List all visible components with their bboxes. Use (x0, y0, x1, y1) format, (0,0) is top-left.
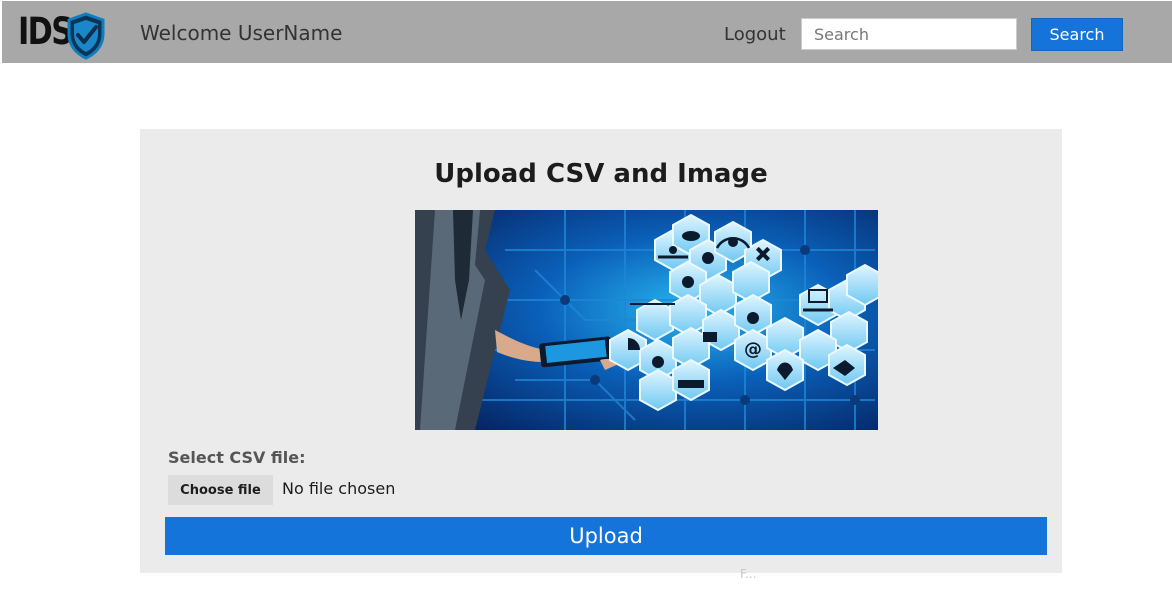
search-input[interactable] (801, 18, 1017, 50)
upload-button[interactable]: Upload (165, 517, 1047, 555)
svg-text:@: @ (744, 339, 762, 360)
logo-text: IDS (18, 10, 73, 53)
file-status-text: No file chosen (282, 479, 396, 498)
page-title: Upload CSV and Image (434, 159, 768, 189)
search-button[interactable]: Search (1031, 18, 1123, 51)
shield-check-icon (67, 12, 105, 60)
csv-file-label: Select CSV file: (168, 448, 306, 467)
hero-image: @ (415, 210, 878, 430)
footer-text: F... (740, 567, 757, 581)
top-navbar: IDS Welcome UserName Logout Search (2, 1, 1172, 63)
ids-logo[interactable]: IDS (18, 10, 110, 60)
choose-file-button[interactable]: Choose file (168, 475, 273, 505)
welcome-text: Welcome UserName (140, 21, 343, 45)
upload-card: Upload CSV and Image @ Select CSV file: … (140, 129, 1062, 573)
logout-link[interactable]: Logout (724, 24, 786, 45)
